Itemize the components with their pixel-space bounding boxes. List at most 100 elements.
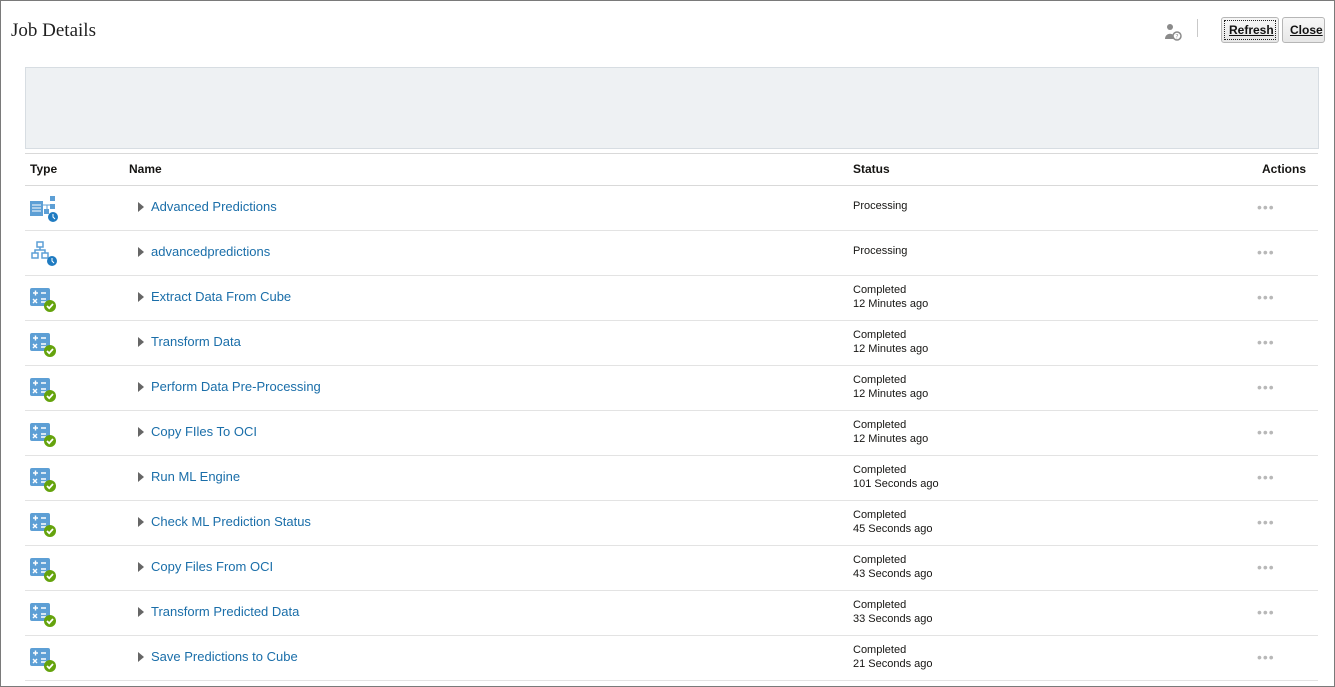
actions-menu-icon[interactable]: •••: [1257, 514, 1275, 530]
close-button-label: Close: [1290, 23, 1323, 37]
expand-caret-icon[interactable]: [138, 427, 144, 437]
svg-text:?: ?: [1175, 34, 1178, 41]
refresh-button-label: Refresh: [1229, 23, 1274, 37]
status-text: Completed: [853, 329, 907, 341]
actions-menu-icon[interactable]: •••: [1257, 604, 1275, 620]
calculation-completed-icon: [29, 600, 59, 628]
jobs-table: Type Name Status Actions Advanced Predic…: [25, 153, 1318, 681]
table-row[interactable]: Copy Files From OCI Completed 43 Seconds a…: [25, 546, 1318, 591]
status-text: Completed: [853, 464, 907, 476]
table-row[interactable]: Transform Predicted Data Completed 33 Seco…: [25, 591, 1318, 636]
table-row[interactable]: advancedpredictions Processing •••: [25, 231, 1318, 276]
status-time: 12 Minutes ago: [853, 298, 929, 310]
status-time: 12 Minutes ago: [853, 343, 929, 355]
status-time: 12 Minutes ago: [853, 388, 929, 400]
status-cell: Completed 12 Minutes ago: [853, 373, 928, 401]
actions-menu-icon[interactable]: •••: [1257, 289, 1275, 305]
actions-menu-icon[interactable]: •••: [1257, 379, 1275, 395]
toolbar-separator: [1197, 19, 1198, 37]
actions-menu-icon[interactable]: •••: [1257, 649, 1275, 665]
actions-menu-icon[interactable]: •••: [1257, 334, 1275, 350]
table-body: Advanced Predictions Processing ••• advanc…: [25, 186, 1318, 681]
refresh-button[interactable]: Refresh: [1221, 17, 1279, 43]
expand-caret-icon[interactable]: [138, 562, 144, 572]
page-title: Job Details: [11, 20, 96, 41]
column-header-status: Status: [853, 162, 890, 176]
calculation-completed-icon: [29, 645, 59, 673]
status-time: 21 Seconds ago: [853, 658, 933, 670]
actions-menu-icon[interactable]: •••: [1257, 424, 1275, 440]
job-name-link[interactable]: Transform Data: [151, 334, 241, 349]
table-row[interactable]: Check ML Prediction Status Completed 45 Se…: [25, 501, 1318, 546]
job-name-link[interactable]: Advanced Predictions: [151, 199, 277, 214]
table-row[interactable]: Save Predictions to Cube Completed 21 Seco…: [25, 636, 1318, 681]
status-cell: Completed 12 Minutes ago: [853, 283, 928, 311]
table-row[interactable]: Copy FIles To OCI Completed 12 Minutes ago…: [25, 411, 1318, 456]
status-cell: Processing: [853, 244, 907, 258]
status-text: Completed: [853, 554, 907, 566]
job-name-link[interactable]: Transform Predicted Data: [151, 604, 299, 619]
expand-caret-icon[interactable]: [138, 337, 144, 347]
status-time: 101 Seconds ago: [853, 478, 939, 490]
status-time: 45 Seconds ago: [853, 523, 933, 535]
expand-caret-icon[interactable]: [138, 517, 144, 527]
status-cell: Completed 43 Seconds ago: [853, 553, 933, 581]
expand-caret-icon[interactable]: [138, 472, 144, 482]
status-cell: Completed 12 Minutes ago: [853, 418, 928, 446]
table-header: Type Name Status Actions: [25, 153, 1318, 186]
calculation-completed-icon: [29, 375, 59, 403]
column-header-name: Name: [129, 162, 162, 176]
actions-menu-icon[interactable]: •••: [1257, 199, 1275, 215]
table-row[interactable]: Transform Data Completed 12 Minutes ago •••: [25, 321, 1318, 366]
expand-caret-icon[interactable]: [138, 652, 144, 662]
column-header-actions: Actions: [1261, 162, 1306, 176]
job-name-link[interactable]: Run ML Engine: [151, 469, 240, 484]
calculation-completed-icon: [29, 555, 59, 583]
actions-menu-icon[interactable]: •••: [1257, 559, 1275, 575]
status-text: Processing: [853, 245, 908, 257]
job-name-link[interactable]: Perform Data Pre-Processing: [151, 379, 321, 394]
calculation-completed-icon: [29, 285, 59, 313]
table-row[interactable]: Advanced Predictions Processing •••: [25, 186, 1318, 231]
hierarchy-scheduled-icon: [29, 240, 59, 268]
status-text: Completed: [853, 284, 907, 296]
status-time: 12 Minutes ago: [853, 433, 929, 445]
pipeline-scheduled-icon: [29, 195, 59, 223]
details-panel: [25, 67, 1319, 149]
status-time: 33 Seconds ago: [853, 613, 933, 625]
job-name-link[interactable]: Copy FIles To OCI: [151, 424, 257, 439]
job-details-dialog: Job Details ? Refresh Close Type Name St…: [0, 0, 1335, 687]
status-time: 43 Seconds ago: [853, 568, 933, 580]
column-header-type: Type: [30, 162, 58, 176]
calculation-completed-icon: [29, 510, 59, 538]
actions-menu-icon[interactable]: •••: [1257, 469, 1275, 485]
calculation-completed-icon: [29, 420, 59, 448]
job-name-link[interactable]: Save Predictions to Cube: [151, 649, 298, 664]
expand-caret-icon[interactable]: [138, 607, 144, 617]
calculation-completed-icon: [29, 330, 59, 358]
actions-menu-icon[interactable]: •••: [1257, 244, 1275, 260]
status-cell: Completed 21 Seconds ago: [853, 643, 933, 671]
job-name-link[interactable]: Copy Files From OCI: [151, 559, 273, 574]
status-text: Completed: [853, 374, 907, 386]
expand-caret-icon[interactable]: [138, 202, 144, 212]
job-name-link[interactable]: advancedpredictions: [151, 244, 270, 259]
expand-caret-icon[interactable]: [138, 292, 144, 302]
status-text: Completed: [853, 644, 907, 656]
user-help-icon[interactable]: ?: [1163, 22, 1183, 42]
status-cell: Processing: [853, 199, 907, 213]
expand-caret-icon[interactable]: [138, 382, 144, 392]
close-button[interactable]: Close: [1282, 17, 1325, 43]
status-cell: Completed 12 Minutes ago: [853, 328, 928, 356]
status-text: Completed: [853, 509, 907, 521]
table-row[interactable]: Extract Data From Cube Completed 12 Minute…: [25, 276, 1318, 321]
expand-caret-icon[interactable]: [138, 247, 144, 257]
job-name-link[interactable]: Extract Data From Cube: [151, 289, 291, 304]
status-cell: Completed 45 Seconds ago: [853, 508, 933, 536]
status-text: Completed: [853, 419, 907, 431]
calculation-completed-icon: [29, 465, 59, 493]
table-row[interactable]: Perform Data Pre-Processing Completed 12 M…: [25, 366, 1318, 411]
table-row[interactable]: Run ML Engine Completed 101 Seconds ago •••: [25, 456, 1318, 501]
status-text: Completed: [853, 599, 907, 611]
job-name-link[interactable]: Check ML Prediction Status: [151, 514, 311, 529]
